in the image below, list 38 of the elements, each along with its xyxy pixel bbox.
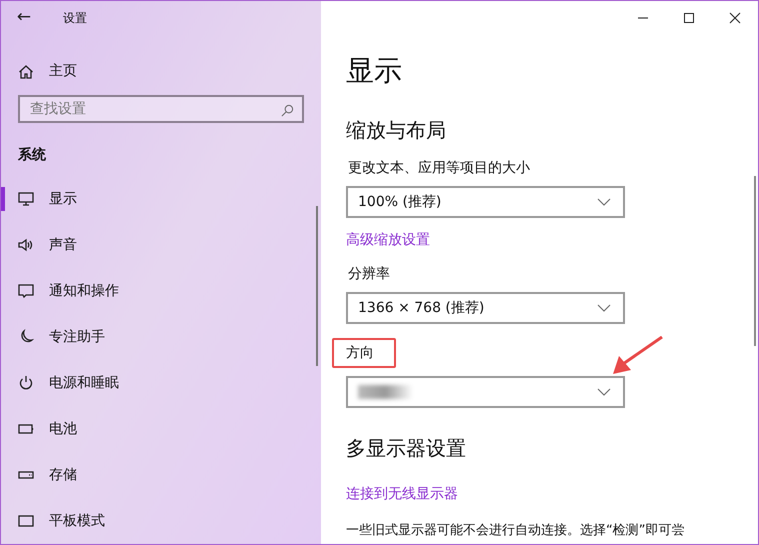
tablet-icon	[18, 513, 34, 529]
back-button[interactable]: ←	[1, 1, 47, 35]
scrollbar-thumb[interactable]	[754, 176, 756, 346]
nav-item[interactable]: 存储	[1, 452, 321, 498]
home-icon	[18, 64, 34, 80]
chevron-down-icon	[597, 388, 611, 396]
link[interactable]: 高级缩放设置	[346, 230, 430, 250]
field-label: 更改文本、应用等项目的大小	[347, 159, 531, 178]
message-icon	[18, 283, 34, 299]
page-title: 显示	[346, 53, 403, 89]
dropdown[interactable]: 1366 × 768 (推荐)	[346, 292, 625, 324]
chevron-down-icon	[597, 198, 611, 206]
nav-item[interactable]: 专注助手	[1, 314, 321, 360]
link[interactable]: 连接到无线显示器	[346, 484, 458, 504]
nav-item[interactable]: 显示	[1, 176, 321, 222]
section-heading: 多显示器设置	[346, 435, 467, 462]
speaker-icon	[18, 237, 34, 253]
nav-item[interactable]: 电源和睡眠	[1, 360, 321, 406]
field-label: 分辨率	[347, 265, 391, 284]
section-heading: 缩放与布局	[346, 117, 447, 144]
description-text: 一些旧式显示器可能不会进行自动连接。选择“检测”即可尝	[346, 522, 686, 540]
maximize-icon	[683, 12, 695, 24]
search-icon	[281, 104, 294, 118]
search-field[interactable]: 查找设置	[18, 95, 304, 123]
nav-item[interactable]: 声音	[1, 222, 321, 268]
home-item[interactable]: 主页	[1, 52, 321, 92]
section-heading: 系统	[17, 146, 47, 165]
monitor-icon	[18, 191, 34, 207]
nav-item[interactable]: 平板模式	[1, 498, 321, 544]
scrollbar-thumb[interactable]	[316, 206, 318, 366]
field-label: 方向	[332, 338, 396, 368]
nav-item[interactable]: 通知和操作	[1, 268, 321, 314]
close-icon	[729, 12, 741, 24]
dropdown[interactable]: 100% (推荐)	[346, 186, 625, 218]
nav-item[interactable]: 电池	[1, 406, 321, 452]
chevron-down-icon	[597, 304, 611, 312]
power-icon	[18, 375, 34, 391]
window-title: 设置	[63, 10, 87, 27]
